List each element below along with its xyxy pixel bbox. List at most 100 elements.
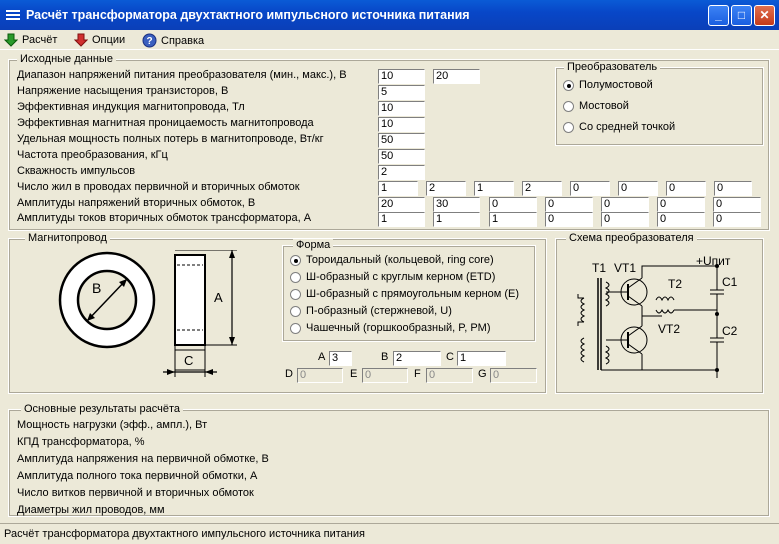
input-field[interactable]: 0 xyxy=(657,212,705,227)
svg-text:?: ? xyxy=(146,36,152,47)
converter-radio-center-tap[interactable] xyxy=(563,122,574,133)
result-label: Амплитуда полного тока первичной обмотки… xyxy=(17,470,258,482)
dim-g-label-text: G xyxy=(478,368,487,380)
input-field[interactable]: 20 xyxy=(378,197,425,212)
dim-e-input[interactable]: 0 xyxy=(362,368,408,383)
result-label: Мощность нагрузки (эфф., ампл.), Вт xyxy=(17,419,208,431)
status-text: Расчёт трансформатора двухтактного импул… xyxy=(4,528,365,540)
close-button[interactable]: ✕ xyxy=(754,5,775,26)
input-field[interactable]: 1 xyxy=(378,212,425,227)
input-field[interactable]: 1 xyxy=(433,212,480,227)
input-data-legend: Исходные данные xyxy=(17,53,116,65)
menu-calc[interactable]: Расчёт xyxy=(4,33,57,47)
menu-options[interactable]: Опции xyxy=(74,33,125,47)
shape-option-label: Тороидальный (кольцевой, ring core) xyxy=(306,254,494,266)
input-field[interactable]: 0 xyxy=(713,197,761,212)
input-row-label: Амплитуды напряжений вторичных обмоток, … xyxy=(17,197,256,209)
input-field[interactable]: 1 xyxy=(378,181,418,196)
input-field[interactable]: 0 xyxy=(601,197,649,212)
input-row-label: Эффективная магнитная проницаемость магн… xyxy=(17,117,314,129)
core-legend: Магнитопровод xyxy=(25,232,110,244)
input-field[interactable]: 5 xyxy=(378,85,425,100)
converter-option-half-bridge: Полумостовой xyxy=(579,79,653,91)
dim-f-label-text: F xyxy=(414,368,421,380)
input-field[interactable]: 2 xyxy=(426,181,466,196)
input-field[interactable]: 0 xyxy=(666,181,706,196)
dim-d-input[interactable]: 0 xyxy=(297,368,343,383)
app-icon xyxy=(6,10,20,20)
dim-c-input[interactable]: 1 xyxy=(457,351,506,366)
converter-schematic: T1 VT1 +Uпит T2 C1 VT2 C2 xyxy=(577,254,738,378)
shape-option-label: Ш-образный с круглым керном (ETD) xyxy=(306,271,496,283)
dim-d-label-text: D xyxy=(285,368,293,380)
input-field[interactable]: 0 xyxy=(545,197,593,212)
dim-b-input[interactable]: 2 xyxy=(393,351,441,366)
menu-bar: Расчёт Опции ? Справка xyxy=(0,30,779,50)
label-vt2: VT2 xyxy=(658,322,680,336)
results-legend: Основные результаты расчёта xyxy=(21,403,183,415)
dim-g-input[interactable]: 0 xyxy=(490,368,537,383)
converter-option-center-tap: Со средней точкой xyxy=(579,121,676,133)
shape-radio[interactable] xyxy=(290,323,301,334)
help-icon: ? xyxy=(142,33,157,48)
input-field[interactable]: 0 xyxy=(601,212,649,227)
input-field[interactable]: 1 xyxy=(489,212,537,227)
label-vt1: VT1 xyxy=(614,261,636,275)
input-field[interactable]: 50 xyxy=(378,133,425,148)
result-label: Амплитуда напряжения на первичной обмотк… xyxy=(17,453,269,465)
converter-option-bridge: Мостовой xyxy=(579,100,629,112)
core-drawing: B A C xyxy=(58,250,237,377)
input-row-label: Удельная мощность полных потерь в магнит… xyxy=(17,133,324,145)
input-row-label: Частота преобразования, кГц xyxy=(17,149,168,161)
status-bar: Расчёт трансформатора двухтактного импул… xyxy=(0,523,779,544)
shape-legend: Форма xyxy=(293,239,334,251)
input-field[interactable]: 0 xyxy=(570,181,610,196)
input-field[interactable]: 0 xyxy=(714,181,752,196)
dim-c-label: C xyxy=(184,353,193,368)
minimize-button[interactable]: _ xyxy=(708,5,729,26)
label-c1: C1 xyxy=(722,275,738,289)
dim-f-input[interactable]: 0 xyxy=(426,368,473,383)
input-field[interactable]: 0 xyxy=(545,212,593,227)
converter-legend: Преобразователь xyxy=(564,61,661,73)
shape-option-label: Чашечный (горшкообразный, P, PM) xyxy=(306,322,491,334)
label-t2: T2 xyxy=(668,277,682,291)
dim-b-label: B xyxy=(92,280,101,296)
input-field[interactable]: 10 xyxy=(378,101,425,116)
input-field[interactable]: 1 xyxy=(474,181,514,196)
input-row-label: Диапазон напряжений питания преобразоват… xyxy=(17,69,347,81)
shape-radio[interactable] xyxy=(290,272,301,283)
input-row-label: Амплитуды токов вторичных обмоток трансф… xyxy=(17,212,312,224)
menu-options-label: Опции xyxy=(92,34,126,46)
window-title: Расчёт трансформатора двухтактного импул… xyxy=(26,8,470,22)
input-field[interactable]: 10 xyxy=(378,69,425,84)
input-field[interactable]: 0 xyxy=(713,212,761,227)
input-field[interactable]: 2 xyxy=(378,165,425,180)
shape-radio[interactable] xyxy=(290,289,301,300)
input-field[interactable]: 50 xyxy=(378,149,425,164)
dim-a-input[interactable]: 3 xyxy=(329,351,352,366)
result-label: КПД трансформатора, % xyxy=(17,436,145,448)
input-row-label: Скважность импульсов xyxy=(17,165,136,177)
title-bar: Расчёт трансформатора двухтактного импул… xyxy=(0,0,779,30)
dim-e-label-text: E xyxy=(350,368,358,380)
input-field[interactable]: 0 xyxy=(657,197,705,212)
input-field[interactable]: 20 xyxy=(433,69,480,84)
menu-calc-label: Расчёт xyxy=(22,34,58,46)
input-field[interactable]: 2 xyxy=(522,181,562,196)
input-field[interactable]: 0 xyxy=(489,197,537,212)
input-row-label: Число жил в проводах первичной и вторичн… xyxy=(17,181,300,193)
input-field[interactable]: 30 xyxy=(433,197,480,212)
converter-radio-bridge[interactable] xyxy=(563,101,574,112)
shape-radio[interactable] xyxy=(290,306,301,317)
input-field[interactable]: 10 xyxy=(378,117,425,132)
shape-radio[interactable] xyxy=(290,255,301,266)
maximize-button[interactable]: □ xyxy=(731,5,752,26)
dim-b-label-text: B xyxy=(381,351,389,363)
converter-radio-half-bridge[interactable] xyxy=(563,80,574,91)
result-label: Число витков первичной и вторичных обмот… xyxy=(17,487,254,499)
input-field[interactable]: 0 xyxy=(618,181,658,196)
dim-c-label-text: C xyxy=(446,351,454,363)
shape-option-label: Ш-образный с прямоугольным керном (E) xyxy=(306,288,520,300)
menu-help[interactable]: ? Справка xyxy=(142,33,204,48)
